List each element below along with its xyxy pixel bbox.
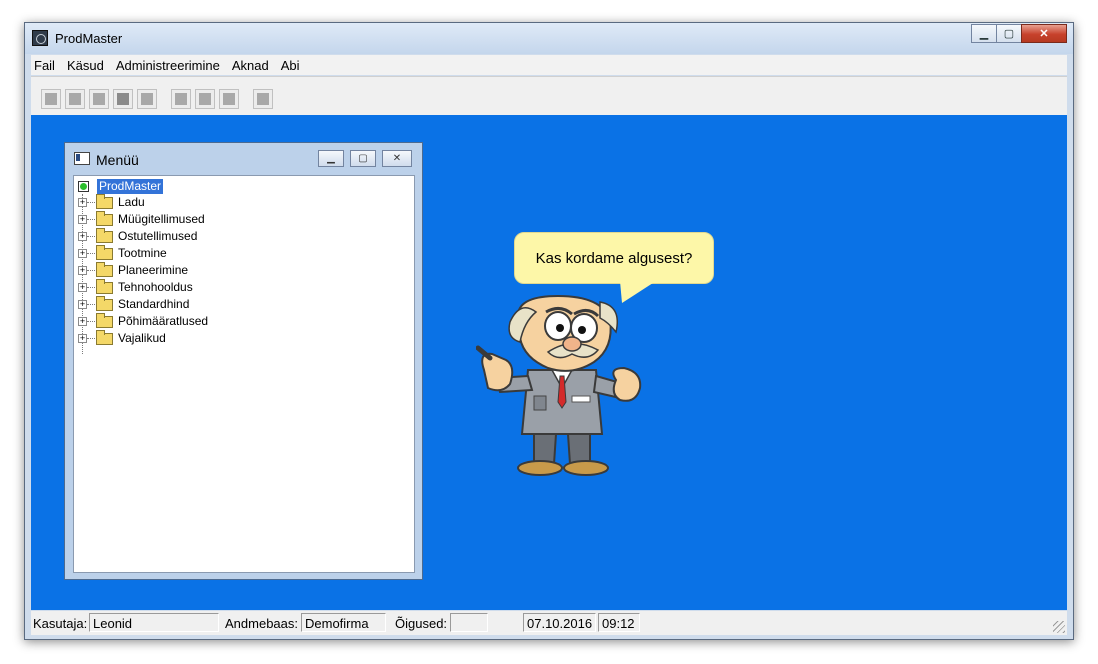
tree-item-ladu[interactable]: + Ladu	[74, 194, 414, 211]
delete-icon[interactable]	[219, 89, 239, 109]
tree-item-ostutellimused[interactable]: + Ostutellimused	[74, 228, 414, 245]
copy-icon[interactable]	[253, 89, 273, 109]
resize-grip[interactable]	[1053, 621, 1065, 633]
user-field: Leonid	[89, 613, 219, 632]
tree-root[interactable]: ProdMaster	[74, 176, 414, 194]
expand-icon[interactable]: +	[78, 283, 87, 292]
rights-field	[450, 613, 488, 632]
user-label: Kasutaja:	[33, 616, 88, 631]
tree-item-vajalikud[interactable]: + Vajalikud	[74, 330, 414, 347]
app-icon[interactable]	[32, 30, 48, 46]
expand-icon[interactable]: +	[78, 266, 87, 275]
expand-icon[interactable]: +	[78, 300, 87, 309]
tree-item-label: Tehnohooldus	[118, 280, 193, 294]
menu-close-button[interactable]: ✕	[382, 150, 412, 167]
find-icon[interactable]	[65, 89, 85, 109]
menu-fail[interactable]: Fail	[31, 58, 61, 73]
assistant-head	[508, 294, 618, 372]
menu-tree[interactable]: ProdMaster + Ladu + Müügitellimused + Os…	[73, 175, 415, 573]
tree-item-planeerimine[interactable]: + Planeerimine	[74, 262, 414, 279]
tree-item-label: Tootmine	[118, 246, 167, 260]
print-preview-icon[interactable]	[137, 89, 157, 109]
stop-icon[interactable]	[113, 89, 133, 109]
folder-icon	[96, 194, 113, 209]
database-field: Demofirma	[301, 613, 386, 632]
maximize-button[interactable]: ▢	[996, 24, 1022, 43]
time-field: 09:12	[598, 613, 640, 632]
tree-item-label: Ostutellimused	[118, 229, 198, 243]
menu-abi[interactable]: Abi	[275, 58, 306, 73]
expand-icon[interactable]: +	[78, 215, 87, 224]
menu-window: Menüü ▁ ▢ ✕ ProdMaster + Ladu + Müügitel…	[64, 142, 423, 580]
expand-icon[interactable]: +	[78, 317, 87, 326]
menu-maximize-button[interactable]: ▢	[350, 150, 376, 167]
tree-root-label[interactable]: ProdMaster	[97, 179, 164, 194]
folder-icon	[96, 262, 113, 277]
window-title: ProdMaster	[55, 31, 123, 46]
edit-icon[interactable]	[89, 89, 109, 109]
folder-icon	[96, 296, 113, 311]
menu-window-title: Menüü	[96, 152, 139, 168]
folder-icon	[96, 228, 113, 243]
assistant-character[interactable]	[476, 292, 646, 478]
title-bar[interactable]: ProdMaster ▁ ▢ ✕	[25, 23, 1073, 54]
new-record-icon[interactable]	[41, 89, 61, 109]
speech-bubble[interactable]: Kas kordame algusest?	[514, 232, 714, 284]
status-bar: Kasutaja: Leonid Andmebaas: Demofirma Õi…	[31, 611, 1067, 635]
expand-icon[interactable]: +	[78, 198, 87, 207]
window-controls: ▁ ▢ ✕	[971, 24, 1067, 44]
folder-icon	[96, 330, 113, 345]
folder-icon	[96, 313, 113, 328]
menu-minimize-button[interactable]: ▁	[318, 150, 344, 167]
tree-item-label: Müügitellimused	[118, 212, 205, 226]
tree-item-standardhind[interactable]: + Standardhind	[74, 296, 414, 313]
tree-item-label: Planeerimine	[118, 263, 189, 277]
tree-item-myygitellimused[interactable]: + Müügitellimused	[74, 211, 414, 228]
date-field: 07.10.2016	[523, 613, 596, 632]
open-folder-icon[interactable]	[195, 89, 215, 109]
close-button[interactable]: ✕	[1021, 24, 1067, 43]
menu-kasud[interactable]: Käsud	[61, 58, 110, 73]
folder-icon	[96, 211, 113, 226]
tree-item-label: Standardhind	[118, 297, 190, 311]
rights-label: Õigused:	[395, 616, 448, 631]
expand-icon[interactable]: +	[78, 334, 87, 343]
folder-icon	[96, 245, 113, 260]
tree-item-label: Ladu	[118, 195, 145, 209]
menu-window-controls: ▁ ▢ ✕	[312, 150, 412, 167]
expand-icon[interactable]: +	[78, 249, 87, 258]
menu-administreerimine[interactable]: Administreerimine	[110, 58, 226, 73]
toolbar	[31, 76, 1067, 116]
new-item-icon[interactable]	[171, 89, 191, 109]
tree-item-label: Põhimääratlused	[118, 314, 209, 328]
tree-item-tootmine[interactable]: + Tootmine	[74, 245, 414, 262]
tree-item-pohimaaratlused[interactable]: + Põhimääratlused	[74, 313, 414, 330]
folder-icon	[96, 279, 113, 294]
menu-bar: Fail Käsud Administreerimine Aknad Abi	[31, 55, 1067, 75]
tree-item-label: Vajalikud	[118, 331, 166, 345]
database-label: Andmebaas:	[225, 616, 298, 631]
minimize-button[interactable]: ▁	[971, 24, 997, 43]
tree-item-tehnohooldus[interactable]: + Tehnohooldus	[74, 279, 414, 296]
speech-text: Kas kordame algusest?	[535, 249, 693, 267]
expand-icon[interactable]: +	[78, 232, 87, 241]
menu-aknad[interactable]: Aknad	[226, 58, 275, 73]
root-icon	[78, 181, 89, 192]
menu-window-icon[interactable]	[74, 152, 90, 165]
